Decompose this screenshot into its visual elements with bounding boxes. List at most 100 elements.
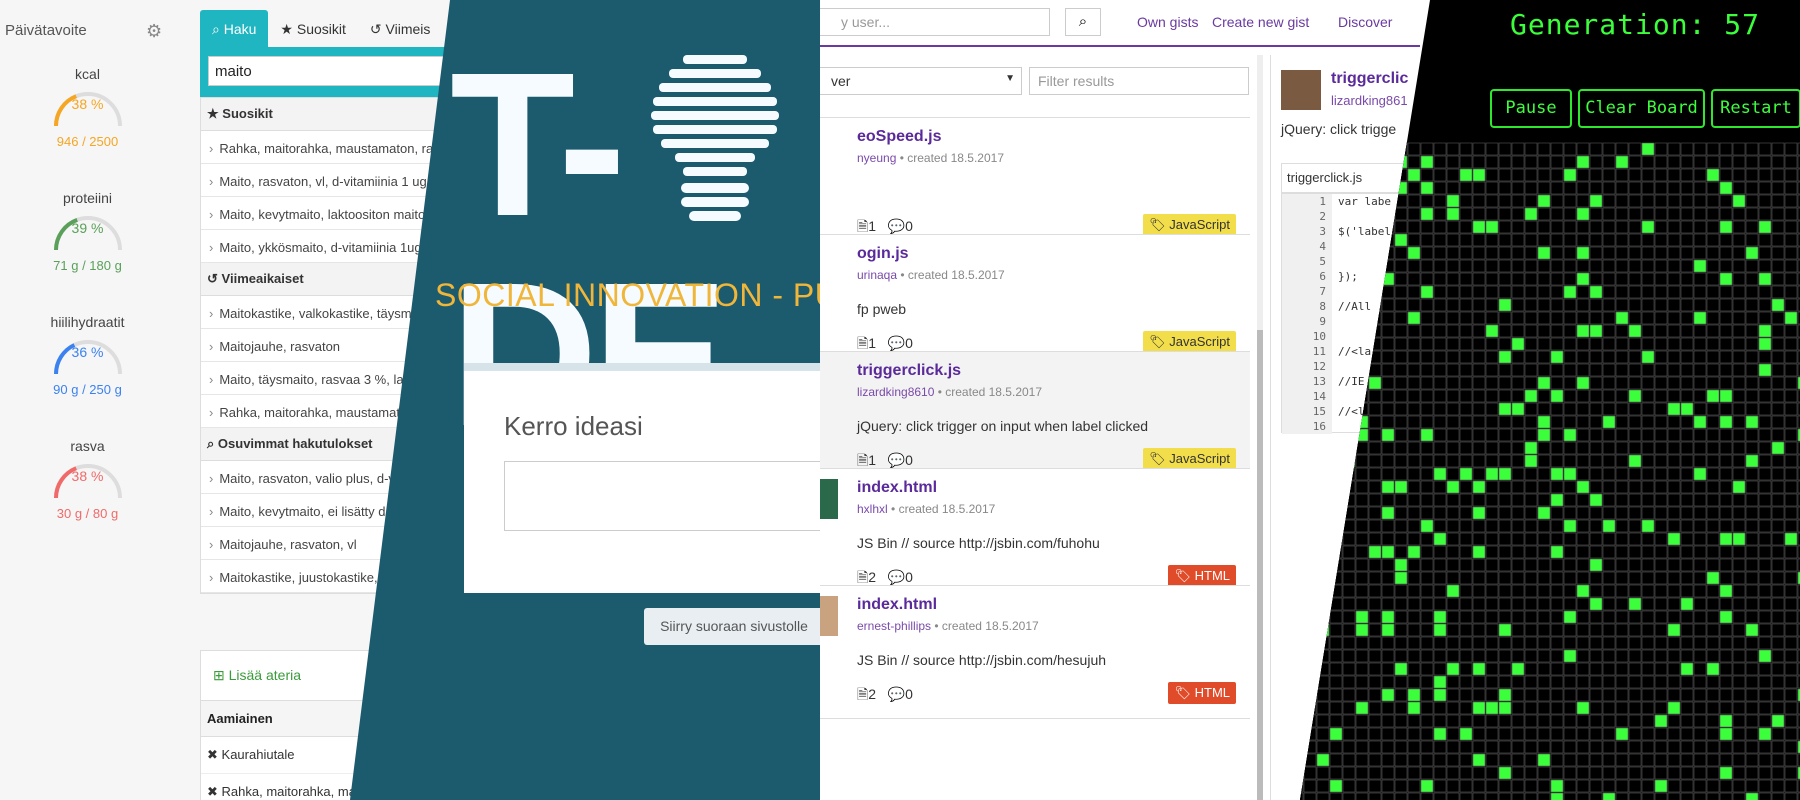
life-cell[interactable] — [1485, 623, 1499, 637]
life-cell[interactable] — [1563, 194, 1577, 208]
life-cell[interactable] — [1719, 623, 1733, 637]
life-cell[interactable] — [1420, 493, 1434, 507]
life-cell[interactable] — [1498, 259, 1512, 273]
life-cell[interactable] — [1615, 610, 1629, 624]
life-cell[interactable] — [1524, 415, 1538, 429]
life-cell[interactable] — [1667, 558, 1681, 572]
life-cell[interactable] — [1342, 584, 1356, 598]
life-cell[interactable] — [1537, 532, 1551, 546]
life-cell[interactable] — [1771, 259, 1785, 273]
life-cell-alive[interactable] — [1407, 701, 1421, 715]
life-cell[interactable] — [1498, 454, 1512, 468]
life-cell[interactable] — [1342, 766, 1356, 780]
life-cell-alive[interactable] — [1641, 142, 1655, 156]
life-cell[interactable] — [1706, 298, 1720, 312]
life-cell[interactable] — [1706, 558, 1720, 572]
life-cell[interactable] — [1732, 311, 1746, 325]
life-cell[interactable] — [1485, 142, 1499, 156]
life-cell-alive[interactable] — [1485, 701, 1499, 715]
life-cell[interactable] — [1732, 740, 1746, 754]
life-cell[interactable] — [1602, 675, 1616, 689]
life-cell[interactable] — [1680, 415, 1694, 429]
life-cell[interactable] — [1576, 337, 1590, 351]
life-cell[interactable] — [1615, 415, 1629, 429]
life-cell[interactable] — [1498, 792, 1512, 800]
life-cell[interactable] — [1524, 194, 1538, 208]
life-cell[interactable] — [1628, 493, 1642, 507]
life-cell[interactable] — [1433, 519, 1447, 533]
life-cell[interactable] — [1355, 675, 1369, 689]
life-cell[interactable] — [1433, 350, 1447, 364]
life-cell[interactable] — [1524, 324, 1538, 338]
life-cell[interactable] — [1589, 636, 1603, 650]
life-cell-alive[interactable] — [1719, 415, 1733, 429]
life-cell[interactable] — [1706, 285, 1720, 299]
life-cell[interactable] — [1602, 155, 1616, 169]
life-cell[interactable] — [1771, 623, 1785, 637]
life-cell[interactable] — [1524, 662, 1538, 676]
life-cell[interactable] — [1407, 584, 1421, 598]
life-cell[interactable] — [1615, 441, 1629, 455]
life-cell[interactable] — [1758, 285, 1772, 299]
life-cell[interactable] — [1537, 272, 1551, 286]
life-cell[interactable] — [1355, 779, 1369, 793]
life-cell[interactable] — [1459, 142, 1473, 156]
life-cell[interactable] — [1654, 519, 1668, 533]
life-cell[interactable] — [1693, 714, 1707, 728]
gist-name[interactable]: index.html — [857, 596, 937, 614]
life-cell[interactable] — [1524, 142, 1538, 156]
life-cell[interactable] — [1615, 597, 1629, 611]
life-cell[interactable] — [1771, 168, 1785, 182]
life-cell[interactable] — [1498, 779, 1512, 793]
restart-button[interactable]: Restart — [1711, 89, 1800, 128]
life-cell[interactable] — [1433, 363, 1447, 377]
life-cell[interactable] — [1628, 519, 1642, 533]
life-cell-alive[interactable] — [1628, 454, 1642, 468]
life-cell[interactable] — [1654, 285, 1668, 299]
life-cell[interactable] — [1472, 740, 1486, 754]
life-cell[interactable] — [1693, 376, 1707, 390]
life-cell[interactable] — [1693, 675, 1707, 689]
life-cell[interactable] — [1615, 272, 1629, 286]
life-cell[interactable] — [1472, 285, 1486, 299]
life-cell[interactable] — [1576, 311, 1590, 325]
life-cell[interactable] — [1394, 545, 1408, 559]
life-cell[interactable] — [1732, 506, 1746, 520]
life-cell[interactable] — [1641, 324, 1655, 338]
life-cell[interactable] — [1680, 467, 1694, 481]
life-cell[interactable] — [1446, 558, 1460, 572]
life-cell[interactable] — [1784, 428, 1798, 442]
life-cell-alive[interactable] — [1576, 480, 1590, 494]
life-cell[interactable] — [1329, 701, 1343, 715]
life-cell[interactable] — [1667, 584, 1681, 598]
life-cell[interactable] — [1602, 714, 1616, 728]
life-cell[interactable] — [1459, 493, 1473, 507]
life-cell[interactable] — [1407, 493, 1421, 507]
life-cell[interactable] — [1693, 337, 1707, 351]
life-cell[interactable] — [1628, 246, 1642, 260]
life-cell[interactable] — [1329, 662, 1343, 676]
life-cell[interactable] — [1771, 285, 1785, 299]
life-cell[interactable] — [1758, 753, 1772, 767]
life-cell[interactable] — [1511, 233, 1525, 247]
life-cell[interactable] — [1693, 480, 1707, 494]
life-cell[interactable] — [1654, 181, 1668, 195]
life-cell-alive[interactable] — [1719, 766, 1733, 780]
life-cell[interactable] — [1472, 389, 1486, 403]
life-cell[interactable] — [1381, 792, 1395, 800]
life-cell[interactable] — [1784, 298, 1798, 312]
life-cell[interactable] — [1433, 155, 1447, 169]
life-cell[interactable] — [1550, 727, 1564, 741]
life-cell[interactable] — [1745, 298, 1759, 312]
life-cell[interactable] — [1706, 259, 1720, 273]
life-cell[interactable] — [1706, 493, 1720, 507]
life-cell[interactable] — [1472, 311, 1486, 325]
life-cell[interactable] — [1316, 740, 1330, 754]
life-cell[interactable] — [1472, 350, 1486, 364]
life-cell[interactable] — [1628, 688, 1642, 702]
life-cell[interactable] — [1550, 428, 1564, 442]
life-cell[interactable] — [1433, 246, 1447, 260]
life-cell[interactable] — [1537, 337, 1551, 351]
life-cell[interactable] — [1433, 558, 1447, 572]
life-cell-alive[interactable] — [1381, 480, 1395, 494]
